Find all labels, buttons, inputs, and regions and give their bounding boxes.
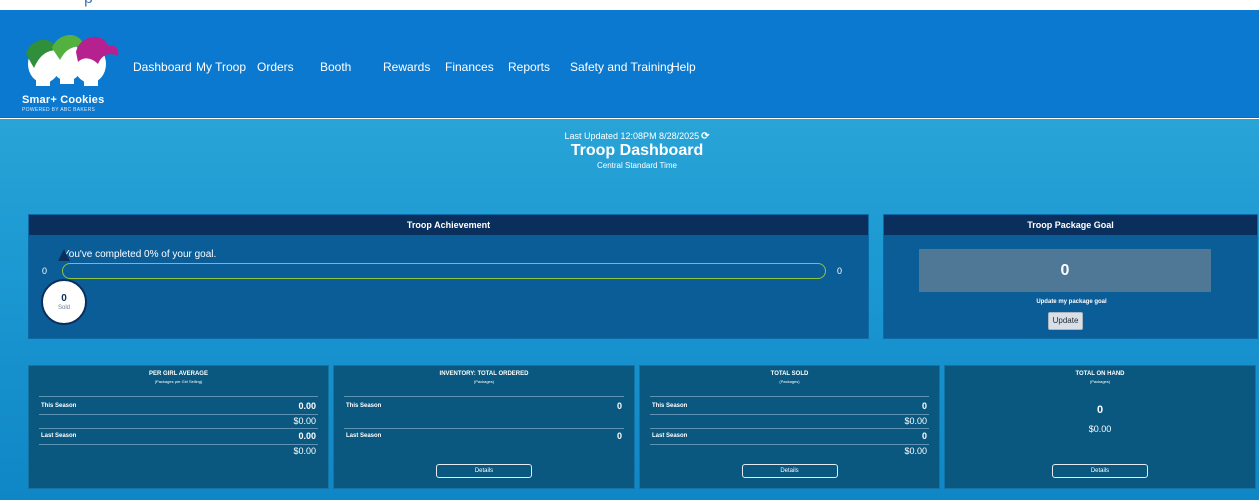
nav-my-troop[interactable]: My Troop	[196, 60, 246, 74]
sold-count: 0	[61, 293, 67, 304]
divider	[39, 414, 318, 415]
top-strip: p	[0, 0, 1259, 10]
dashboard-header: Last Updated 12:08PM 8/28/2025 ⟳ Troop Da…	[0, 131, 1259, 171]
this-season-value: 0	[616, 401, 622, 411]
nav-help[interactable]: Help	[671, 60, 696, 74]
this-season-amount: $0.00	[293, 416, 316, 426]
divider	[39, 444, 318, 445]
troop-package-goal-panel: Troop Package Goal 0 Update my package g…	[883, 214, 1258, 339]
update-goal-text: Update my package goal	[1036, 299, 1107, 305]
inventory-details-button[interactable]: Details	[436, 464, 532, 478]
sold-label: Sold	[57, 305, 70, 311]
last-season-label: Last Season	[346, 433, 382, 439]
achievement-message: You've completed 0% of your goal.	[63, 249, 217, 260]
divider	[39, 428, 318, 429]
total-on-hand-amount: $0.00	[1088, 424, 1112, 434]
total-on-hand-value: 0	[1096, 404, 1104, 416]
last-season-label: Last Season	[41, 433, 77, 439]
last-season-amount: $0.00	[293, 446, 316, 456]
update-goal-button[interactable]: Update	[1048, 312, 1083, 330]
inventory-title: INVENTORY: TOTAL ORDERED	[439, 371, 529, 377]
divider	[344, 396, 624, 397]
this-season-value: 0.00	[298, 401, 316, 411]
sold-bubble: 0 Sold	[41, 279, 87, 325]
per-girl-average-subtitle: (Packages per Girl Selling)	[154, 379, 203, 384]
divider	[650, 428, 929, 429]
total-sold-subtitle: (Packages)	[779, 379, 800, 384]
nav-rewards[interactable]: Rewards	[383, 60, 430, 74]
nav-finances[interactable]: Finances	[445, 60, 494, 74]
dashboard-main: Last Updated 12:08PM 8/28/2025 ⟳ Troop Da…	[0, 119, 1259, 500]
troop-achievement-title: Troop Achievement	[29, 215, 868, 235]
refresh-icon[interactable]: ⟳	[701, 131, 709, 142]
last-season-amount: $0.00	[904, 446, 927, 456]
page-title: Troop Dashboard	[570, 142, 704, 159]
this-season-label: This Season	[41, 403, 77, 409]
inventory-subtitle: (Packages)	[473, 379, 495, 384]
package-goal-value: 0	[919, 249, 1211, 292]
nav-orders[interactable]: Orders	[257, 60, 294, 74]
per-girl-average-title: PER GIRL AVERAGE	[149, 371, 208, 377]
progress-marker-icon	[58, 249, 70, 261]
last-season-label: Last Season	[652, 433, 688, 439]
total-on-hand-title: TOTAL ON HAND	[1075, 371, 1125, 377]
logo-brand-text: Smar+ Cookies	[22, 94, 105, 106]
package-goal-title: Troop Package Goal	[884, 215, 1257, 235]
achievement-progress-bar	[62, 263, 826, 279]
last-updated-text: Last Updated 12:08PM 8/28/2025	[564, 131, 700, 141]
this-season-amount: $0.00	[904, 416, 927, 426]
divider	[650, 414, 929, 415]
divider	[344, 428, 624, 429]
divider	[650, 396, 929, 397]
last-season-value: 0	[616, 431, 622, 441]
last-season-value: 0	[921, 431, 927, 441]
app-header: Smar+ Cookies POWERED BY ABC BAKERS Dash…	[0, 10, 1259, 118]
last-season-value: 0.00	[298, 431, 316, 441]
nav-booth[interactable]: Booth	[320, 60, 351, 74]
total-sold-title: TOTAL SOLD	[770, 371, 809, 377]
girl-heads-logo-icon	[26, 34, 119, 86]
divider	[39, 396, 318, 397]
timezone-label: Central Standard Time	[596, 161, 678, 170]
this-season-value: 0	[921, 401, 927, 411]
progress-max: 0	[837, 266, 843, 276]
this-season-label: This Season	[346, 403, 382, 409]
per-girl-average-card: PER GIRL AVERAGE (Packages per Girl Sell…	[28, 365, 329, 489]
progress-min: 0	[42, 266, 48, 276]
total-on-hand-details-button[interactable]: Details	[1052, 464, 1148, 478]
total-sold-card: TOTAL SOLD (Packages) This Season 0 $0.0…	[639, 365, 940, 489]
total-on-hand-card: TOTAL ON HAND (Packages) 0 $0.00 Details	[944, 365, 1256, 489]
logo-tagline: POWERED BY ABC BAKERS	[22, 107, 96, 113]
nav-safety-and-training[interactable]: Safety and Training	[570, 60, 673, 74]
last-updated: Last Updated 12:08PM 8/28/2025 ⟳	[0, 131, 1259, 142]
divider	[650, 444, 929, 445]
total-sold-details-button[interactable]: Details	[741, 464, 838, 478]
top-text-fragment: p	[84, 0, 93, 7]
inventory-total-ordered-card: INVENTORY: TOTAL ORDERED (Packages) This…	[333, 365, 635, 489]
nav-dashboard[interactable]: Dashboard	[133, 60, 192, 74]
troop-achievement-panel: Troop Achievement You've completed 0% of…	[28, 214, 869, 339]
total-on-hand-subtitle: (Packages)	[1089, 379, 1111, 384]
nav-reports[interactable]: Reports	[508, 60, 550, 74]
this-season-label: This Season	[652, 403, 688, 409]
